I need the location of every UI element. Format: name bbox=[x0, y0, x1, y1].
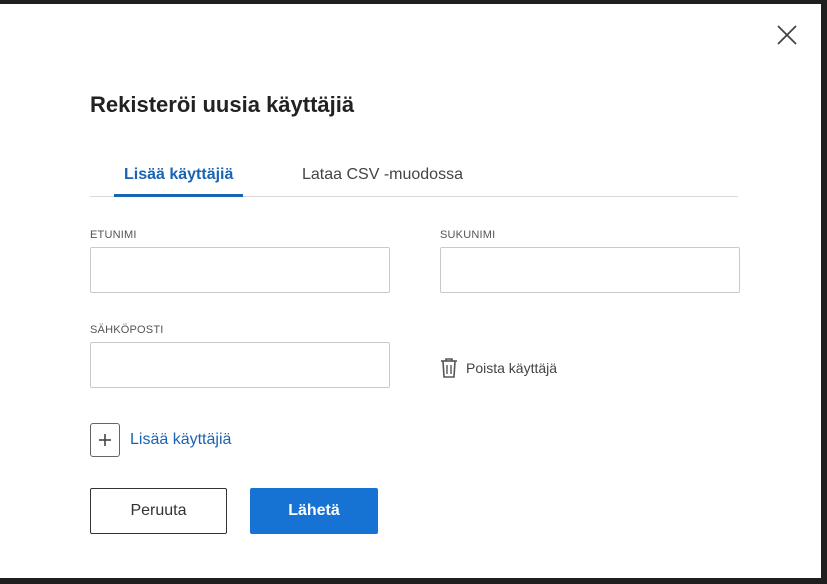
plus-icon[interactable] bbox=[90, 423, 120, 457]
first-name-label: ETUNIMI bbox=[90, 229, 137, 241]
add-user-label[interactable]: Lisää käyttäjiä bbox=[130, 431, 231, 449]
close-button[interactable] bbox=[776, 24, 798, 46]
first-name-field[interactable] bbox=[90, 247, 390, 293]
dialog-title: Rekisteröi uusia käyttäjiä bbox=[90, 92, 355, 117]
tab-add-users[interactable]: Lisää käyttäjiä bbox=[114, 154, 244, 197]
add-user-button[interactable]: Lisää käyttäjiä bbox=[90, 423, 231, 457]
last-name-label: SUKUNIMI bbox=[440, 229, 496, 241]
tab-bar: Lisää käyttäjiä Lataa CSV -muodossa bbox=[90, 154, 738, 197]
submit-button[interactable]: Lähetä bbox=[250, 488, 378, 534]
tab-upload-csv[interactable]: Lataa CSV -muodossa bbox=[302, 154, 463, 196]
cancel-button[interactable]: Peruuta bbox=[90, 488, 227, 534]
trash-icon bbox=[441, 358, 457, 378]
email-label: SÄHKÖPOSTI bbox=[90, 324, 164, 336]
email-field[interactable] bbox=[90, 342, 390, 388]
register-users-dialog: Rekisteröi uusia käyttäjiä Lisää käyttäj… bbox=[0, 4, 821, 578]
last-name-field[interactable] bbox=[440, 247, 740, 293]
close-icon[interactable] bbox=[776, 24, 798, 46]
remove-user-button[interactable]: Poista käyttäjä bbox=[440, 356, 557, 380]
remove-user-label: Poista käyttäjä bbox=[466, 360, 558, 376]
